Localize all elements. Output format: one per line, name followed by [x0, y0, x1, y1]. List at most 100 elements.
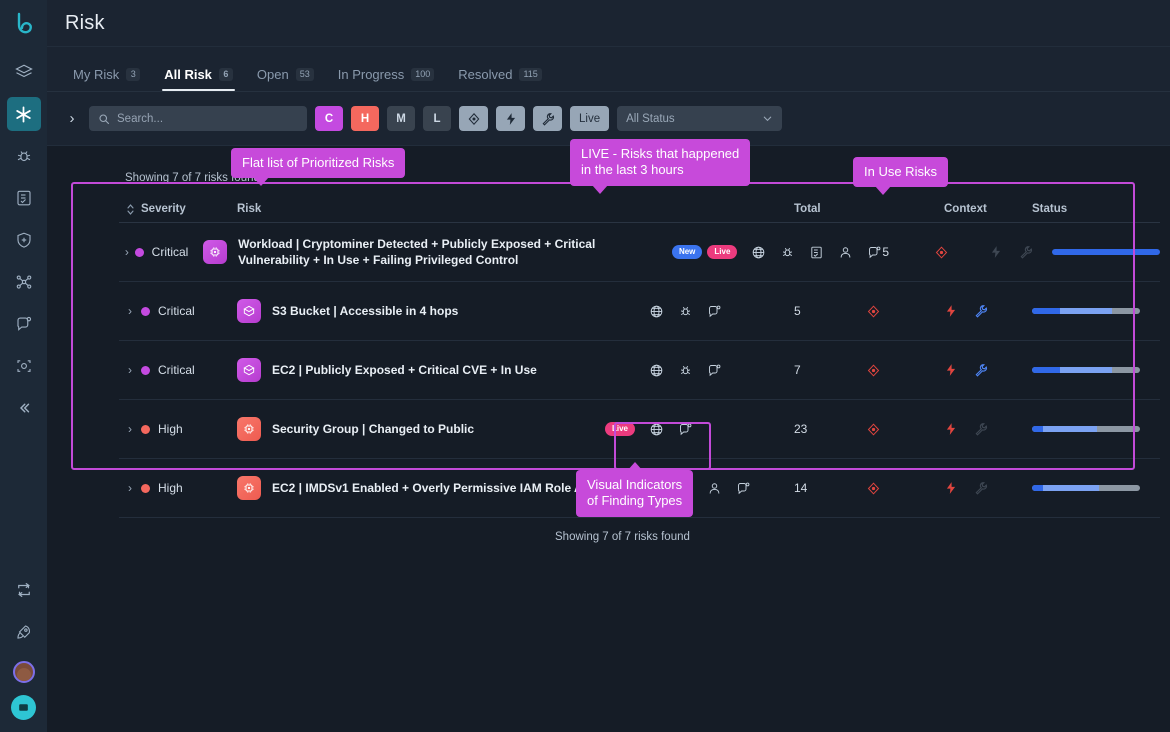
asterisk-icon	[14, 105, 33, 124]
row-risk: S3 Bucket | Accessible in 4 hops	[237, 299, 649, 323]
rocket-icon	[15, 623, 33, 641]
column-header-total[interactable]: Total	[794, 203, 866, 215]
globe-icon[interactable]	[649, 363, 664, 378]
severity-label: High	[158, 481, 183, 495]
fix-filter-chip[interactable]	[533, 106, 562, 131]
row-risk: Security Group | Changed to Public Live	[237, 417, 649, 441]
collapse-icon	[15, 399, 33, 417]
row-context	[944, 304, 1032, 318]
tab-resolved[interactable]: Resolved 115	[446, 67, 554, 91]
table-row[interactable]: › Critical	[119, 223, 1160, 282]
row-findings	[751, 245, 882, 260]
bolt-icon	[944, 304, 958, 318]
findings-icon[interactable]	[707, 363, 722, 378]
status-filter-select[interactable]: All Status	[617, 106, 782, 131]
identity-icon[interactable]	[707, 481, 722, 496]
wrench-icon	[974, 481, 988, 495]
sidebar-item-integrations[interactable]	[7, 573, 41, 607]
callout-live: LIVE - Risks that happened in the last 3…	[570, 139, 750, 186]
user-avatar[interactable]	[13, 661, 35, 683]
expand-filters-button[interactable]: ›	[63, 110, 81, 127]
row-context	[989, 245, 1052, 259]
sidebar-item-whats-new[interactable]	[7, 615, 41, 649]
globe-icon[interactable]	[649, 422, 664, 437]
row-expand-button[interactable]: ›	[119, 245, 135, 259]
globe-icon[interactable]	[751, 245, 766, 260]
row-findings	[649, 304, 794, 319]
sidebar-item-vulnerabilities[interactable]	[7, 139, 41, 173]
severity-medium-chip[interactable]: M	[387, 106, 415, 131]
column-header-status[interactable]: Status	[1032, 203, 1160, 215]
table-row[interactable]: › High	[119, 400, 1160, 459]
tab-label: Open	[257, 67, 289, 82]
bug-icon[interactable]	[678, 304, 693, 319]
bucket-icon	[237, 358, 261, 382]
bug-icon[interactable]	[678, 363, 693, 378]
sort-toggle[interactable]	[119, 203, 141, 216]
identity-icon[interactable]	[838, 245, 853, 260]
severity-label: High	[158, 422, 183, 436]
help-button[interactable]	[11, 695, 36, 720]
row-status	[1032, 485, 1160, 491]
findings-icon[interactable]	[678, 422, 693, 437]
row-expand-button[interactable]: ›	[119, 422, 141, 436]
sidebar-item-scan[interactable]	[7, 349, 41, 383]
sidebar-item-findings[interactable]	[7, 307, 41, 341]
risk-title: EC2 | Publicly Exposed + Critical CVE + …	[272, 362, 537, 378]
tab-label: In Progress	[338, 67, 404, 82]
bolt-icon	[944, 363, 958, 377]
severity-low-chip[interactable]: L	[423, 106, 451, 131]
sidebar-item-risk[interactable]	[7, 97, 41, 131]
column-header-risk[interactable]: Risk	[237, 203, 794, 215]
target-icon	[866, 363, 881, 378]
tab-all-risk[interactable]: All Risk 6	[152, 67, 245, 91]
tab-my-risk[interactable]: My Risk 3	[61, 67, 152, 91]
row-in-use	[866, 304, 944, 319]
wrench-icon	[1019, 245, 1033, 259]
severity-critical-chip[interactable]: C	[315, 106, 343, 131]
app-logo[interactable]	[0, 0, 47, 47]
sidebar-item-protection[interactable]	[7, 223, 41, 257]
tab-in-progress[interactable]: In Progress 100	[326, 67, 447, 91]
globe-icon[interactable]	[649, 304, 664, 319]
column-header-context[interactable]: Context	[944, 203, 1032, 215]
severity-dot	[141, 484, 150, 493]
bug-icon[interactable]	[780, 245, 795, 260]
findings-icon[interactable]	[867, 245, 882, 260]
findings-icon	[15, 315, 33, 333]
findings-icon[interactable]	[707, 304, 722, 319]
callout-in-use: In Use Risks	[853, 157, 948, 187]
severity-high-chip[interactable]: H	[351, 106, 379, 131]
row-expand-button[interactable]: ›	[119, 304, 141, 318]
tab-count: 100	[411, 68, 434, 81]
wrench-icon	[974, 422, 988, 436]
status-bar	[1052, 249, 1160, 255]
chip-icon	[242, 481, 256, 495]
tab-open[interactable]: Open 53	[245, 67, 326, 91]
layers-icon	[15, 63, 33, 81]
row-expand-button[interactable]: ›	[119, 363, 141, 377]
status-bar	[1032, 485, 1140, 491]
report-icon[interactable]	[809, 245, 824, 260]
sidebar-item-layers[interactable]	[7, 55, 41, 89]
column-header-severity[interactable]: Severity	[141, 203, 237, 215]
sidebar-bottom	[7, 565, 41, 732]
tab-count: 115	[519, 68, 541, 81]
target-icon	[866, 422, 881, 437]
tab-label: My Risk	[73, 67, 119, 82]
sidebar-item-collapse-sidebar[interactable]	[7, 391, 41, 425]
table-row[interactable]: › Critical S3 Bucket | Accessible in 4 h…	[119, 282, 1160, 341]
live-filter-chip[interactable]: Live	[570, 106, 609, 131]
table-row[interactable]: › Critical EC2 | Publicly Exposed + Crit…	[119, 341, 1160, 400]
report-icon	[15, 189, 33, 207]
sidebar-item-graph[interactable]	[7, 265, 41, 299]
row-expand-button[interactable]: ›	[119, 481, 141, 495]
exploit-filter-chip[interactable]	[496, 106, 525, 131]
row-severity: High	[141, 481, 237, 495]
status-bar	[1032, 367, 1140, 373]
sidebar-item-reports[interactable]	[7, 181, 41, 215]
search-input[interactable]: Search...	[89, 106, 307, 131]
in-use-filter-chip[interactable]	[459, 106, 488, 131]
left-sidebar	[0, 0, 47, 732]
findings-icon[interactable]	[736, 481, 751, 496]
